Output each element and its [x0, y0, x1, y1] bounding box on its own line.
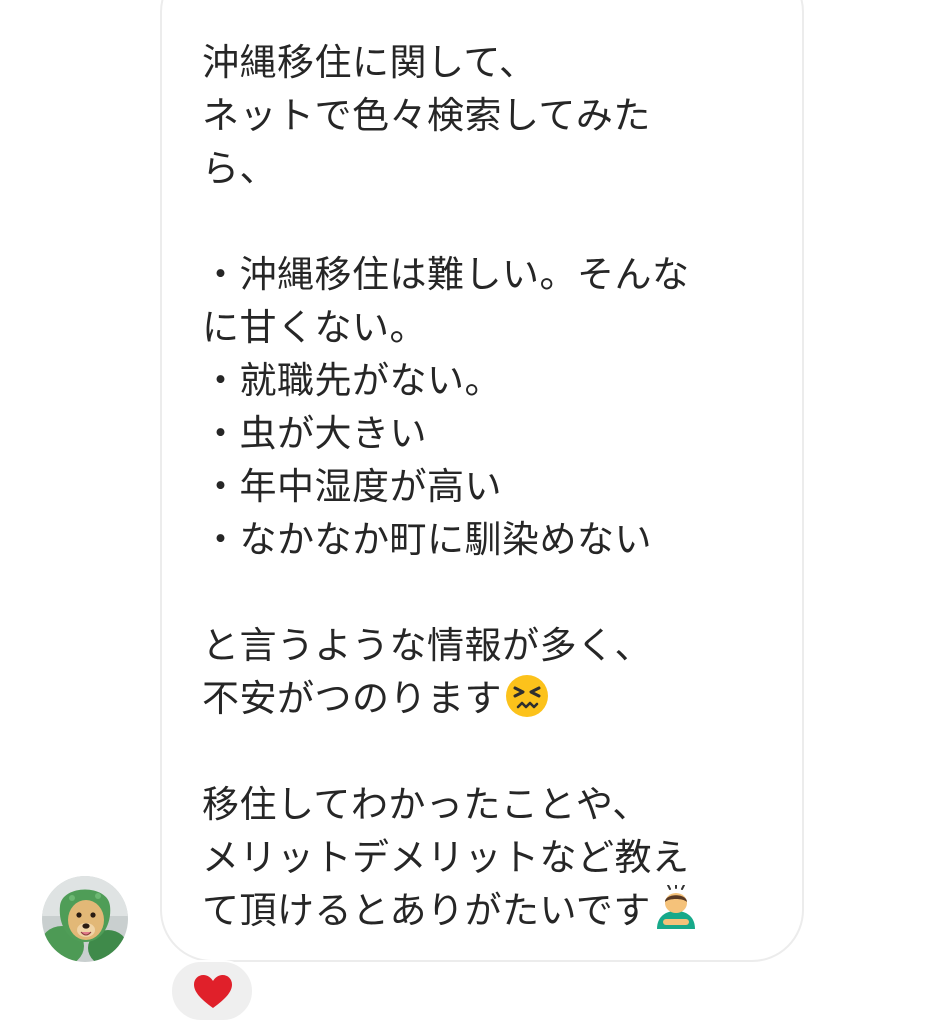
message-line: に甘くない。	[202, 306, 427, 349]
sender-avatar[interactable]	[42, 876, 128, 962]
message-line: ・沖縄移住は難しい。そんな	[202, 253, 690, 296]
message-line	[202, 566, 772, 619]
message-line: メリットデメリットなど教え	[202, 836, 690, 879]
person-bowing-icon	[653, 884, 699, 931]
message-line: と言うような情報が多く、	[202, 624, 652, 667]
message-line-with-emoji: て頂けるとありがたいです	[202, 884, 772, 937]
message-line-with-emoji: 不安がつのります	[202, 672, 772, 725]
reaction-badge[interactable]	[170, 960, 254, 1022]
persevering-face-icon	[504, 673, 550, 719]
message-line: ネットで色々検索してみた	[202, 94, 651, 137]
message-line	[202, 195, 772, 248]
message-line: 沖縄移住に関して、	[202, 41, 537, 84]
message-text: 沖縄移住に関して、 ネットで色々検索してみた ら、 ・沖縄移住は難しい。そんな …	[202, 36, 772, 937]
dm-thread: 沖縄移住に関して、 ネットで色々検索してみた ら、 ・沖縄移住は難しい。そんな …	[0, 0, 951, 1024]
message-line: ・なかなか町に馴染めない	[202, 518, 652, 561]
message-line: ・年中湿度が高い	[202, 465, 502, 508]
red-heart-icon	[194, 975, 232, 1008]
message-line: て頂けるとありがたいです	[202, 889, 651, 932]
message-line: 不安がつのります	[202, 677, 502, 720]
message-line: ら、	[202, 147, 277, 190]
message-line	[202, 725, 772, 778]
message-line: 移住してわかったことや、	[202, 783, 650, 826]
message-line: ・就職先がない。	[202, 359, 502, 402]
message-line: ・虫が大きい	[202, 412, 427, 455]
